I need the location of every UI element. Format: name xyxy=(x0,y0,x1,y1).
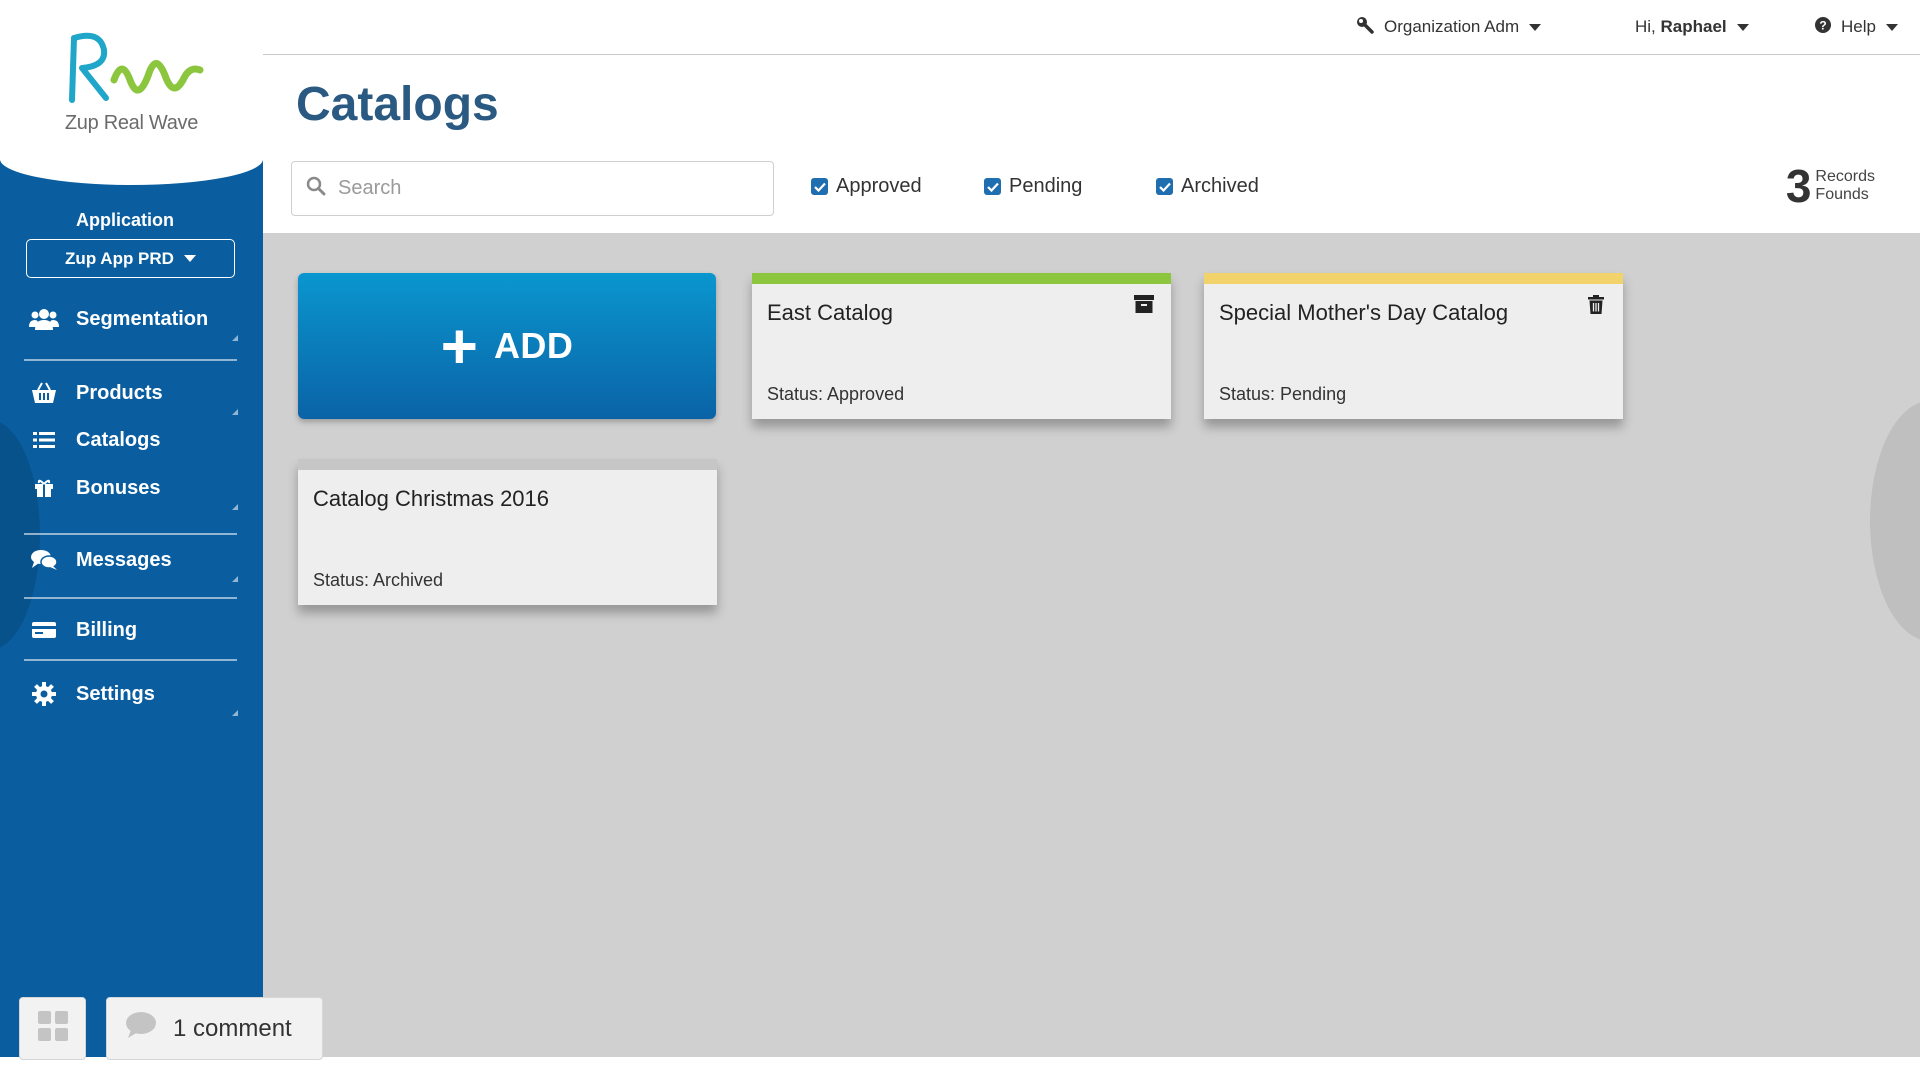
status-bar xyxy=(752,273,1171,284)
records-count: 3 xyxy=(1785,160,1812,212)
expand-corner-icon xyxy=(232,576,238,582)
expand-corner-icon xyxy=(232,504,238,510)
chat-icon xyxy=(28,547,60,573)
catalog-status: Status: Archived xyxy=(313,570,444,590)
expand-corner-icon xyxy=(232,710,238,716)
records-found: 3 Records Founds xyxy=(1786,163,1875,209)
sidebar-item-label: Catalogs xyxy=(76,428,161,451)
sidebar-item-label: Billing xyxy=(76,618,138,641)
add-label: ADD xyxy=(493,325,574,366)
comment-bubble-icon xyxy=(125,1011,157,1046)
organization-menu[interactable]: Organization Adm xyxy=(1356,14,1542,40)
application-select[interactable]: Zup App PRD xyxy=(26,239,235,278)
sidebar-item-label: Products xyxy=(76,381,163,404)
catalog-card[interactable]: Catalog Christmas 2016 Status: Archived xyxy=(298,459,717,605)
sidebar-item-label: Segmentation xyxy=(76,307,209,330)
status-bar xyxy=(1204,273,1623,284)
filter-pending[interactable]: Pending xyxy=(984,175,1082,198)
chevron-down-icon xyxy=(1529,23,1542,31)
grid-icon xyxy=(37,1011,68,1046)
app-grid-button[interactable] xyxy=(19,997,86,1060)
sidebar-item-bonuses[interactable]: Bonuses xyxy=(28,470,238,510)
sidebar-item-segmentation[interactable]: Segmentation xyxy=(28,301,238,341)
help-label: Help xyxy=(1841,17,1876,36)
expand-corner-icon xyxy=(232,335,238,341)
users-icon xyxy=(28,306,60,332)
checkbox-checked-icon[interactable] xyxy=(1156,178,1173,195)
user-menu[interactable]: Hi, Raphael xyxy=(1635,14,1749,40)
sidebar: Zup Real Wave Application Zup App PRD Se… xyxy=(0,0,263,1080)
add-catalog-button[interactable]: + ADD xyxy=(298,273,716,419)
sidebar-item-messages[interactable]: Messages xyxy=(28,542,238,582)
logo-area: Zup Real Wave xyxy=(0,0,263,185)
comments-button[interactable]: 1 comment xyxy=(106,997,323,1060)
page-header: Catalogs Approved Pending Archived 3 Rec… xyxy=(263,55,1920,233)
gear-icon xyxy=(28,681,60,707)
application-select-value: Zup App PRD xyxy=(65,248,174,268)
sidebar-item-billing[interactable]: Billing xyxy=(28,612,238,648)
checkbox-checked-icon[interactable] xyxy=(811,178,828,195)
help-icon: ? xyxy=(1815,16,1831,38)
divider xyxy=(24,659,237,661)
divider xyxy=(24,359,237,361)
catalog-status: Status: Approved xyxy=(767,384,905,404)
basket-icon xyxy=(28,380,60,406)
search-box[interactable] xyxy=(291,161,774,216)
catalog-card[interactable]: East Catalog Status: Approved xyxy=(752,273,1171,419)
archive-icon[interactable] xyxy=(1133,293,1155,315)
trash-icon[interactable] xyxy=(1585,293,1607,315)
filter-label: Pending xyxy=(1009,175,1083,197)
help-menu[interactable]: ? Help xyxy=(1815,14,1898,40)
credit-card-icon xyxy=(28,617,60,643)
search-icon xyxy=(306,176,326,201)
svg-text:?: ? xyxy=(1819,18,1826,32)
wrench-icon xyxy=(1356,16,1374,39)
plus-icon: + xyxy=(440,310,478,382)
user-greeting: Hi, Raphael xyxy=(1635,17,1727,36)
filter-approved[interactable]: Approved xyxy=(811,175,922,198)
decorative-circle xyxy=(1870,401,1920,641)
chevron-down-icon xyxy=(183,255,196,262)
sidebar-item-settings[interactable]: Settings xyxy=(28,676,238,716)
catalog-title: Special Mother's Day Catalog xyxy=(1219,300,1509,325)
gift-icon xyxy=(28,475,60,501)
catalog-card[interactable]: Special Mother's Day Catalog Status: Pen… xyxy=(1204,273,1623,419)
catalog-status: Status: Pending xyxy=(1219,384,1347,404)
divider xyxy=(24,597,237,599)
organization-label: Organization Adm xyxy=(1384,17,1520,36)
logo-text: Zup Real Wave xyxy=(64,112,199,134)
divider xyxy=(24,533,237,535)
top-bar: Organization Adm Hi, Raphael ? Help xyxy=(263,0,1920,55)
sidebar-item-catalogs[interactable]: Catalogs xyxy=(28,422,238,458)
user-name: Raphael xyxy=(1660,17,1727,36)
search-input[interactable] xyxy=(338,177,758,200)
sidebar-item-label: Bonuses xyxy=(76,476,161,499)
logo-icon xyxy=(69,32,204,103)
sidebar-item-products[interactable]: Products xyxy=(28,375,238,415)
chevron-down-icon xyxy=(1736,23,1749,31)
filter-label: Approved xyxy=(836,175,922,197)
filter-archived[interactable]: Archived xyxy=(1156,175,1259,198)
checkbox-checked-icon[interactable] xyxy=(984,178,1001,195)
catalog-title: Catalog Christmas 2016 xyxy=(313,486,550,511)
catalog-grid: + ADD East Catalog Status: Approved Spec… xyxy=(263,233,1920,1057)
app-root: Zup Real Wave Application Zup App PRD Se… xyxy=(0,0,1920,1080)
list-icon xyxy=(28,427,60,453)
chevron-down-icon xyxy=(1885,23,1898,31)
catalog-title: East Catalog xyxy=(767,300,893,325)
page-title: Catalogs xyxy=(296,78,499,131)
status-bar xyxy=(298,459,717,470)
records-label: Records Founds xyxy=(1815,168,1875,203)
application-label: Application xyxy=(76,210,174,230)
comment-label: 1 comment xyxy=(173,1014,292,1042)
bottom-strip xyxy=(0,1057,1920,1080)
filter-label: Archived xyxy=(1181,175,1259,197)
sidebar-item-label: Messages xyxy=(76,548,172,571)
sidebar-item-label: Settings xyxy=(76,682,155,705)
expand-corner-icon xyxy=(232,409,238,415)
